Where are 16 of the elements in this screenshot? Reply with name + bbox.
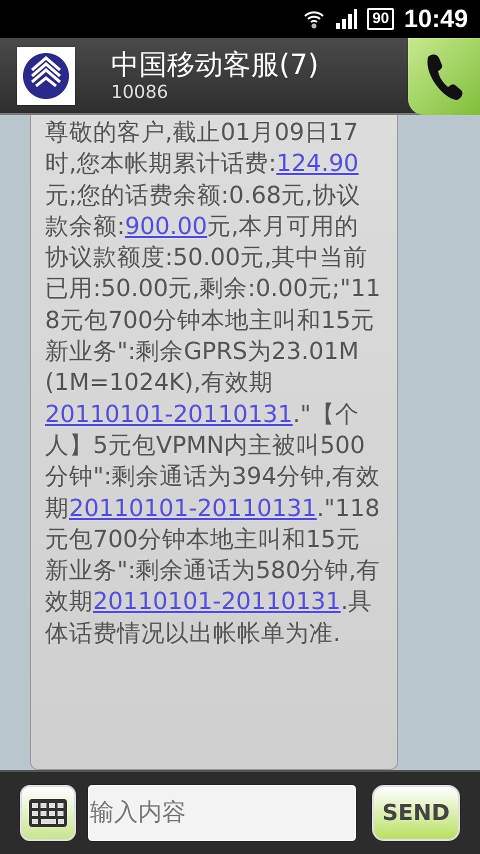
message-link[interactable]: 20110101-20110131 xyxy=(93,587,341,616)
battery-level: 90 xyxy=(367,8,394,30)
call-button[interactable] xyxy=(408,38,480,115)
message-link[interactable]: 20110101-20110131 xyxy=(69,494,317,522)
phone-number: 10086 xyxy=(111,82,170,103)
message-link[interactable]: 20110101-20110131 xyxy=(45,400,293,428)
message-link[interactable]: 900.00 xyxy=(124,212,208,240)
clock: 10:49 xyxy=(404,4,468,34)
keyboard-button[interactable] xyxy=(20,785,76,841)
message-link[interactable]: 124.90 xyxy=(276,149,359,178)
send-button[interactable]: SEND xyxy=(372,785,460,841)
signal-icon xyxy=(335,8,358,30)
message-text: 尊敬的客户,截止01月09日17时,您本帐期累计话费:124.90 元;您的话费余额:0.68元,协议款余额:900.00元,本月可用的协议款额度:50.00元,其中当前已用:50.00元,剩余:0.00元;"118元包700分钟本地主叫和15元新业务":剩余GPRS为23.01M(1M=1024K),有效期 20110101-20110131."【个人】5元包VPMN内主被叫500分钟":剩余通话为394分钟,有效期20110101-20110131."118元包700分钟本地主叫和15元新业务":剩余通话为580分钟,有效期20110101-20110131.具体话费情况以出帐帐单为准. xyxy=(45,117,381,649)
keyboard-icon xyxy=(29,799,67,827)
conversation-title: 中国移动客服(7) xyxy=(111,48,320,82)
message-input[interactable]: 输入内容 xyxy=(88,785,356,841)
